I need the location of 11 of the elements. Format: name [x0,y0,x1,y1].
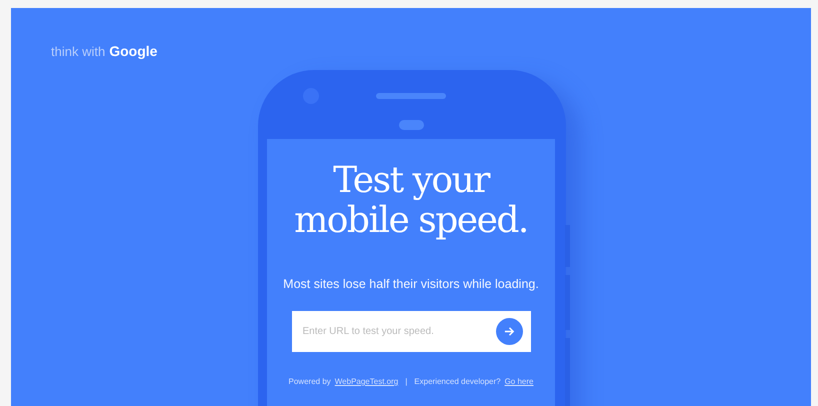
brand-prefix: think with [51,44,106,59]
webpagetest-link[interactable]: WebPageTest.org [334,377,398,386]
developer-text: Experienced developer? [414,377,501,386]
arrow-right-icon [504,326,514,337]
subtitle: Most sites lose half their visitors while loading. [283,277,539,291]
headline: Test your mobile speed. [293,161,529,241]
url-input-field[interactable]: Enter URL to test your speed. [292,311,530,352]
powered-by-text: Powered by [288,377,331,386]
brand-name: Google [109,43,158,59]
separator-text: | [405,377,408,386]
go-here-link[interactable]: Go here [504,377,534,386]
